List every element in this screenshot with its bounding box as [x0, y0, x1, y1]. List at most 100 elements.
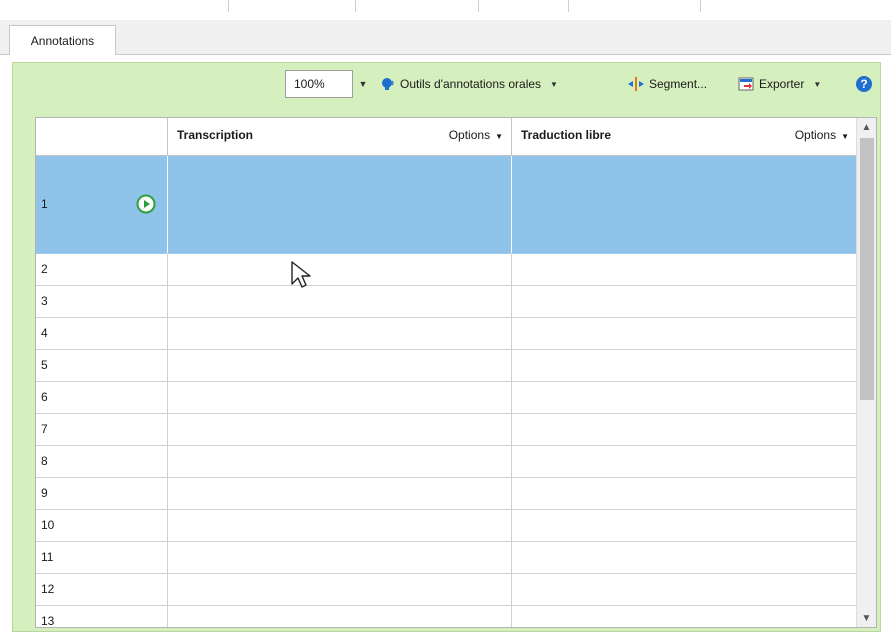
- row-number: 7: [41, 422, 48, 436]
- table-row[interactable]: 13: [36, 606, 858, 628]
- row-number-cell[interactable]: 7: [36, 414, 168, 446]
- row-number-cell[interactable]: 5: [36, 350, 168, 382]
- translation-cell[interactable]: [512, 574, 858, 606]
- row-number: 1: [41, 197, 48, 211]
- transcription-cell[interactable]: [168, 414, 512, 446]
- transcription-cell[interactable]: [168, 350, 512, 382]
- row-number: 2: [41, 262, 48, 276]
- transcription-cell[interactable]: [168, 574, 512, 606]
- table-row[interactable]: 8: [36, 446, 858, 478]
- row-number-cell[interactable]: 6: [36, 382, 168, 414]
- row-number-cell[interactable]: 9: [36, 478, 168, 510]
- transcription-cell[interactable]: [168, 446, 512, 478]
- column-header-transcription: Transcription Options ▼: [168, 118, 512, 156]
- annotations-toolbar: 100% ▼ Outils d'annotations orales ▼ Seg…: [13, 63, 880, 111]
- scroll-up-icon[interactable]: ▲: [857, 118, 876, 136]
- translation-cell[interactable]: [512, 286, 858, 318]
- translation-cell[interactable]: [512, 446, 858, 478]
- row-number-cell[interactable]: 2: [36, 254, 168, 286]
- translation-cell[interactable]: [512, 606, 858, 627]
- table-row[interactable]: 7: [36, 414, 858, 446]
- row-number: 9: [41, 486, 48, 500]
- column-separator: [568, 0, 569, 12]
- help-button[interactable]: ?: [855, 71, 873, 97]
- table-row[interactable]: 1: [36, 156, 858, 254]
- tab-strip: Annotations: [0, 20, 891, 55]
- column-separator: [228, 0, 229, 12]
- translation-cell[interactable]: [512, 382, 858, 414]
- chevron-down-icon: ▼: [841, 132, 849, 141]
- tab-annotations[interactable]: Annotations: [9, 25, 116, 55]
- export-menu[interactable]: Exporter ▼: [737, 71, 821, 97]
- table-row[interactable]: 4: [36, 318, 858, 350]
- translation-cell[interactable]: [512, 478, 858, 510]
- scroll-down-icon[interactable]: ▼: [857, 609, 876, 627]
- table-row[interactable]: 2: [36, 254, 858, 286]
- row-number: 13: [41, 614, 55, 628]
- play-circle-icon[interactable]: [136, 194, 156, 217]
- table-row[interactable]: 9: [36, 478, 858, 510]
- chevron-down-icon: ▼: [813, 79, 822, 89]
- options-label: Options: [448, 128, 491, 142]
- oral-annotation-tools-label: Outils d'annotations orales: [400, 77, 542, 91]
- transcription-cell[interactable]: [168, 156, 512, 254]
- translation-cell[interactable]: [512, 510, 858, 542]
- row-number-cell[interactable]: 8: [36, 446, 168, 478]
- translation-cell[interactable]: [512, 318, 858, 350]
- row-number-cell[interactable]: 10: [36, 510, 168, 542]
- svg-text:?: ?: [860, 77, 867, 91]
- chevron-down-icon: ▼: [550, 79, 558, 89]
- column-title-transcription: Transcription: [177, 128, 254, 142]
- options-label: Options: [794, 128, 837, 142]
- translation-cell[interactable]: [512, 350, 858, 382]
- transcription-cell[interactable]: [168, 510, 512, 542]
- segment-arrows-icon: [627, 76, 645, 92]
- translation-cell[interactable]: [512, 414, 858, 446]
- row-number: 10: [41, 518, 55, 532]
- segment-button[interactable]: Segment...: [627, 71, 707, 97]
- transcription-cell[interactable]: [168, 606, 512, 627]
- speaking-head-icon: [380, 76, 396, 92]
- zoom-dropdown-arrow[interactable]: ▼: [355, 70, 371, 98]
- chevron-down-icon: ▼: [495, 132, 503, 141]
- row-number: 12: [41, 582, 55, 596]
- zoom-value: 100%: [294, 77, 325, 91]
- transcription-cell[interactable]: [168, 382, 512, 414]
- table-row[interactable]: 5: [36, 350, 858, 382]
- translation-options-button[interactable]: Options ▼: [795, 128, 849, 142]
- scroll-thumb[interactable]: [860, 138, 874, 400]
- row-number-cell[interactable]: 11: [36, 542, 168, 574]
- transcription-cell[interactable]: [168, 542, 512, 574]
- translation-cell[interactable]: [512, 156, 858, 254]
- row-number: 4: [41, 326, 48, 340]
- transcription-options-button[interactable]: Options ▼: [449, 128, 503, 142]
- row-number-cell[interactable]: 1: [36, 156, 168, 254]
- vertical-scrollbar[interactable]: ▲ ▼: [856, 118, 876, 627]
- annotations-grid: Transcription Options ▼ Traduction libre …: [35, 117, 877, 628]
- row-number-header: [36, 118, 168, 156]
- translation-cell[interactable]: [512, 542, 858, 574]
- oral-annotation-tools-menu[interactable]: Outils d'annotations orales ▼: [380, 71, 558, 97]
- row-number-cell[interactable]: 13: [36, 606, 168, 628]
- table-row[interactable]: 12: [36, 574, 858, 606]
- table-row[interactable]: 6: [36, 382, 858, 414]
- row-number-cell[interactable]: 12: [36, 574, 168, 606]
- row-number-cell[interactable]: 3: [36, 286, 168, 318]
- transcription-cell[interactable]: [168, 318, 512, 350]
- row-number-cell[interactable]: 4: [36, 318, 168, 350]
- row-number: 8: [41, 454, 48, 468]
- translation-cell[interactable]: [512, 254, 858, 286]
- table-row[interactable]: 10: [36, 510, 858, 542]
- table-row[interactable]: 11: [36, 542, 858, 574]
- transcription-cell[interactable]: [168, 254, 512, 286]
- column-separator: [478, 0, 479, 12]
- zoom-select[interactable]: 100%: [285, 70, 353, 98]
- row-number: 5: [41, 358, 48, 372]
- row-number: 6: [41, 390, 48, 404]
- transcription-cell[interactable]: [168, 478, 512, 510]
- cropped-top-row: [0, 0, 891, 21]
- table-row[interactable]: 3: [36, 286, 858, 318]
- transcription-cell[interactable]: [168, 286, 512, 318]
- segment-label: Segment...: [649, 77, 708, 91]
- row-number: 11: [41, 550, 54, 564]
